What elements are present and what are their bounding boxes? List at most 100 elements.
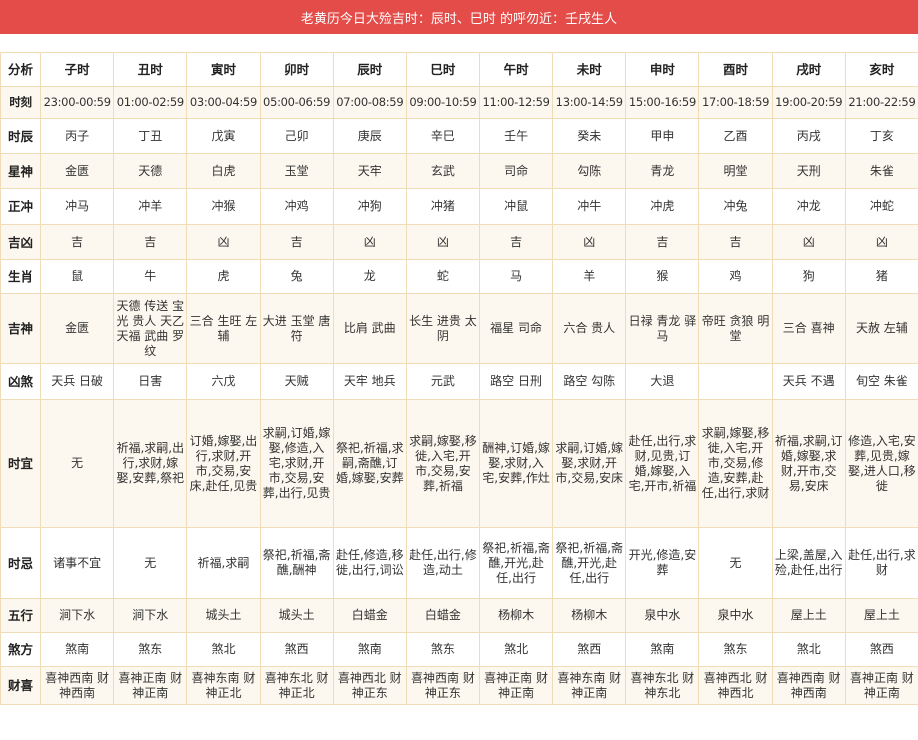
data-cell: 祭祀,祈福,斋醮,开光,赴任,出行	[552, 527, 627, 599]
data-cell: 喜神西北 财神正东	[332, 666, 407, 705]
header-hour-cell: 亥时	[844, 52, 918, 87]
data-cell: 喜神西北 财神西北	[698, 666, 773, 705]
data-cell: 丙子	[40, 118, 115, 154]
data-cell: 喜神东南 财神正南	[552, 666, 627, 705]
data-cell: 上梁,盖屋,入殓,赴任,出行	[771, 527, 846, 599]
data-cell: 长生 进贵 太阴	[405, 293, 481, 364]
data-cell: 凶	[771, 224, 846, 260]
data-cell: 冲羊	[113, 188, 188, 225]
data-cell: 冲鸡	[259, 188, 334, 225]
data-cell: 狗	[771, 259, 846, 294]
data-cell: 03:00-04:59	[186, 86, 261, 119]
row-label-cell: 凶煞	[0, 363, 42, 400]
table-row-header: 分析 子时 丑时 寅时 卯时 辰时 巳时 午时 未时 申时 酉时 戌时 亥时	[0, 52, 918, 87]
table-row-star-god: 星神 金匮 天德 白虎 玉堂 天牢 玄武 司命 勾陈 青龙 明堂 天刑 朱雀	[0, 153, 918, 189]
data-cell: 赴任,修造,移徙,出行,词讼	[332, 527, 407, 599]
data-cell: 订婚,嫁娶,出行,求财,开市,交易,安床,赴任,见贵	[186, 399, 261, 528]
data-cell: 冲猴	[186, 188, 261, 225]
data-cell: 喜神西南 财神西南	[771, 666, 846, 705]
table-row-zodiac: 生肖鼠牛虎兔龙蛇马羊猴鸡狗猪	[0, 259, 918, 294]
data-cell: 路空 勾陈	[552, 363, 627, 400]
data-cell: 煞西	[552, 632, 627, 667]
table-row-sha-direction: 煞方 煞南 煞东 煞北 煞西 煞南 煞东 煞北 煞西 煞南 煞东 煞北 煞西	[0, 632, 918, 667]
data-cell: 凶	[405, 224, 481, 260]
data-cell: 吉	[625, 224, 700, 260]
data-cell: 吉	[113, 224, 188, 260]
data-cell: 煞东	[405, 632, 481, 667]
data-cell: 丙戌	[771, 118, 846, 154]
almanac-table-wrapper: 分析 子时 丑时 寅时 卯时 辰时 巳时 午时 未时 申时 酉时 戌时 亥时 时刻 23:00-00:59 0…	[0, 52, 918, 740]
data-cell: 求嗣,嫁娶,移徙,入宅,开市,交易,安葬,祈福	[405, 399, 481, 528]
data-cell: 天牢	[332, 153, 407, 189]
data-cell: 凶	[552, 224, 627, 260]
data-cell: 涧下水	[40, 598, 115, 633]
data-cell: 城头土	[259, 598, 334, 633]
data-cell: 日禄 青龙 驿马	[625, 293, 700, 364]
data-cell: 祈福,求嗣	[186, 527, 261, 599]
data-cell: 凶	[844, 224, 918, 260]
row-label-cell: 吉凶	[0, 224, 42, 260]
table-row-five-elements: 五行 涧下水 涧下水 城头土 城头土 白蜡金 白蜡金 杨柳木 杨柳木 泉中水 泉中水 屋上土 屋上土	[0, 598, 918, 633]
data-cell: 无	[40, 399, 115, 528]
row-label-cell: 煞方	[0, 632, 42, 667]
data-cell: 勾陈	[552, 153, 627, 189]
table-row-time: 时刻 23:00-00:59 01:00-02:59 03:00-04:59 05:00…	[0, 86, 918, 119]
data-cell: 三合 生旺 左辅	[186, 293, 261, 364]
data-cell: 玉堂	[259, 153, 334, 189]
data-cell: 07:00-08:59	[332, 86, 407, 119]
data-cell	[698, 363, 773, 400]
table-row-suitable: 时宜无祈福,求嗣,出行,求财,嫁娶,安葬,祭祀 订婚,嫁娶,出行,求财,开市,交易…	[0, 399, 918, 528]
data-cell: 冲猪	[405, 188, 481, 225]
data-cell: 喜神正南 财神正南	[479, 666, 554, 705]
data-cell: 乙酉	[698, 118, 773, 154]
data-cell: 祈福,求嗣,出行,求财,嫁娶,安葬,祭祀	[113, 399, 188, 528]
data-cell: 三合 喜神	[771, 293, 846, 364]
data-cell: 喜神西南 财神西南	[40, 666, 115, 705]
data-cell: 明堂	[698, 153, 773, 189]
header-hour-cell: 申时	[625, 52, 700, 87]
data-cell: 煞北	[479, 632, 554, 667]
header-hour-cell: 寅时	[186, 52, 261, 87]
data-cell: 鸡	[698, 259, 773, 294]
data-cell: 冲虎	[625, 188, 700, 225]
data-cell: 甲申	[625, 118, 700, 154]
data-cell: 天刑	[771, 153, 846, 189]
data-cell: 赴任,出行,求财	[844, 527, 918, 599]
data-cell: 泉中水	[625, 598, 700, 633]
data-cell: 白蜡金	[332, 598, 407, 633]
data-cell: 己卯	[259, 118, 334, 154]
data-cell: 城头土	[186, 598, 261, 633]
data-cell: 求嗣,订婚,嫁娶,修造,入宅,求财,开市,交易,安葬,出行,见贵	[259, 399, 334, 528]
data-cell: 六合 贵人	[552, 293, 627, 364]
data-cell: 金匮	[40, 293, 115, 364]
data-cell: 煞西	[259, 632, 334, 667]
data-cell: 天贼	[259, 363, 334, 400]
data-cell: 凶	[186, 224, 261, 260]
header-hour-cell: 辰时	[332, 52, 407, 87]
data-cell: 玄武	[405, 153, 481, 189]
data-cell: 鼠	[40, 259, 115, 294]
data-cell: 冲牛	[552, 188, 627, 225]
row-label-cell: 时宜	[0, 399, 42, 528]
data-cell: 煞北	[186, 632, 261, 667]
row-label-cell: 时辰	[0, 118, 42, 154]
data-cell: 酬神,订婚,嫁娶,求财,入宅,安葬,作灶	[479, 399, 554, 528]
data-cell: 戊寅	[186, 118, 261, 154]
data-cell: 龙	[332, 259, 407, 294]
data-cell: 09:00-10:59	[405, 86, 481, 119]
data-cell: 兔	[259, 259, 334, 294]
data-cell: 比肩 武曲	[332, 293, 407, 364]
data-cell: 庚辰	[332, 118, 407, 154]
row-label-cell: 时忌	[0, 527, 42, 599]
data-cell: 吉	[259, 224, 334, 260]
data-cell: 冲蛇	[844, 188, 918, 225]
data-cell: 冲狗	[332, 188, 407, 225]
table-row-clash: 正冲 冲马 冲羊 冲猴 冲鸡 冲狗 冲猪 冲鼠 冲牛 冲虎 冲兔 冲龙 冲蛇	[0, 188, 918, 225]
data-cell: 吉	[479, 224, 554, 260]
data-cell: 喜神西南 财神正东	[405, 666, 481, 705]
data-cell: 天德 传送 宝光 贵人 天乙 天福 武曲 罗纹	[113, 293, 188, 364]
table-row-wealth-joy: 财喜 喜神西南 财神西南 喜神正南 财神正南 喜神东南 财神正北 喜神东北 财神正北 喜神…	[0, 666, 918, 705]
almanac-hour-table: 分析 子时 丑时 寅时 卯时 辰时 巳时 午时 未时 申时 酉时 戌时 亥时 时刻 23:00-00:59 0…	[0, 52, 918, 705]
data-cell: 开光,修造,安葬	[625, 527, 700, 599]
top-banner: 老黄历今日大殓吉时：辰时、巳时 的呼勿近：壬戌生人	[0, 0, 918, 34]
